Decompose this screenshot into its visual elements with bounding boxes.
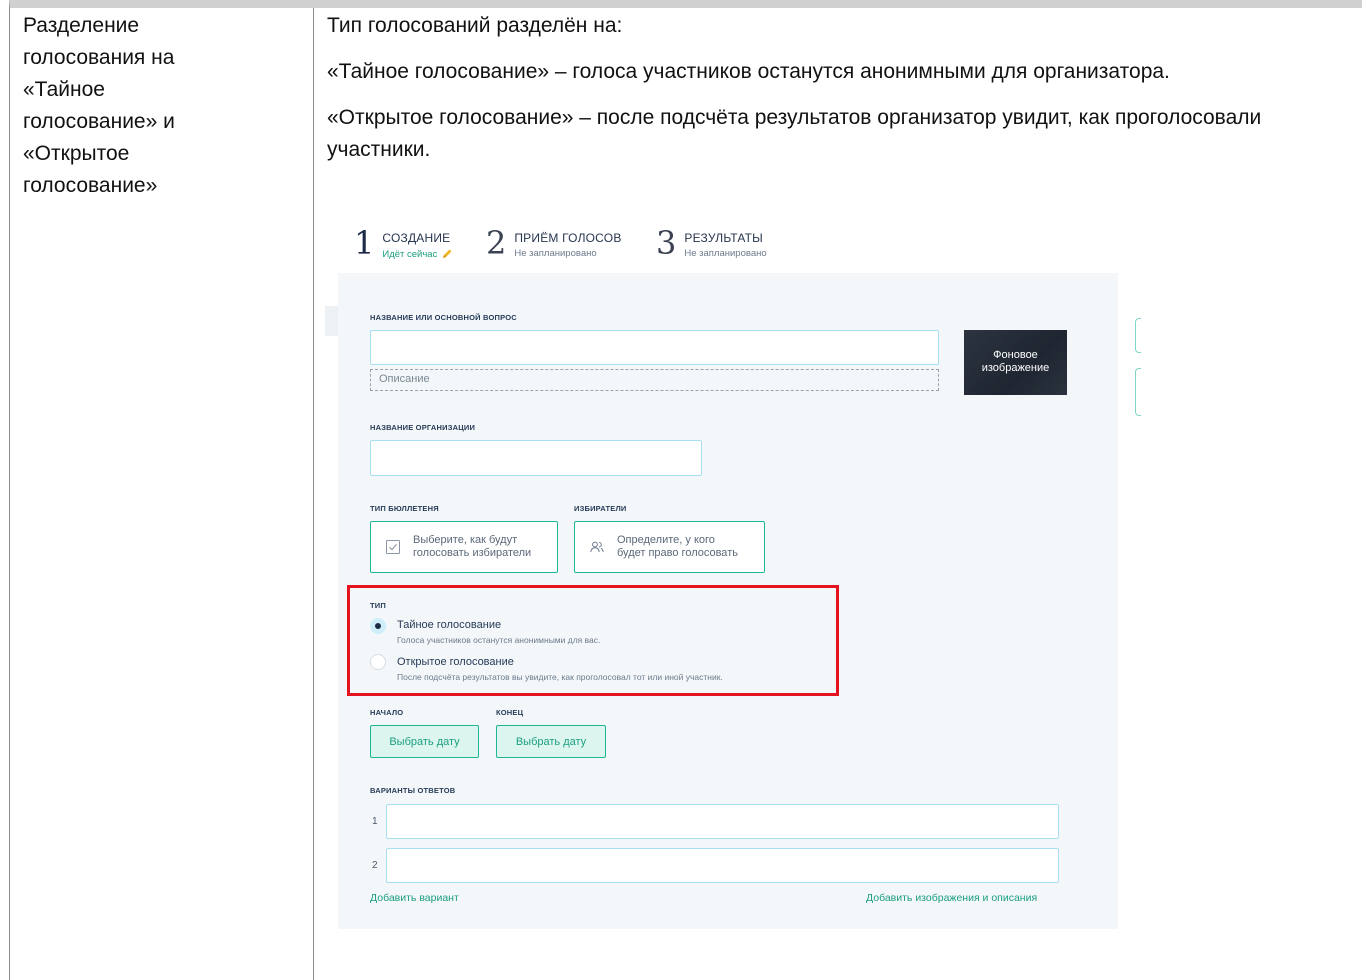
radio-secret-sub: Голоса участников останутся анонимными д… bbox=[397, 635, 601, 645]
type-label: ТИП bbox=[370, 601, 386, 610]
feature-name-line: голосования на bbox=[23, 46, 175, 69]
voters-line: Определите, у кого bbox=[617, 534, 715, 546]
secret-term: «Тайное голосование» bbox=[327, 60, 550, 83]
add-option-link[interactable]: Добавить вариант bbox=[370, 892, 459, 904]
description-intro: Тип голосований разделён на: bbox=[327, 14, 623, 37]
screenshot-edge-strip bbox=[325, 306, 339, 336]
end-label: КОНЕЦ bbox=[496, 708, 524, 717]
org-label: НАЗВАНИЕ ОРГАНИЗАЦИИ bbox=[370, 423, 476, 432]
secret-desc: – голоса участников останутся анонимными… bbox=[549, 60, 1170, 83]
feature-description-cell: Тип голосований разделён на: «Тайное гол… bbox=[327, 10, 1347, 180]
step-voting[interactable]: 2 ПРИЁМ ГОЛОСОВ Не запланировано bbox=[486, 227, 622, 259]
ballot-type-card[interactable]: Выберите, как будут голосовать избирател… bbox=[370, 521, 558, 573]
voters-card[interactable]: Определите, у кого будет право голосоват… bbox=[574, 521, 765, 573]
voters-line: будет право голосовать bbox=[617, 547, 738, 559]
ballot-type-line: голосовать избиратели bbox=[413, 547, 532, 559]
end-date-button[interactable]: Выбрать дату bbox=[496, 725, 606, 758]
feature-name-cell: Разделение голосования на «Тайное голосо… bbox=[23, 10, 303, 202]
column-divider bbox=[313, 8, 314, 980]
description-secret: «Тайное голосование» – голоса участников… bbox=[327, 56, 1347, 88]
step-title: ПРИЁМ ГОЛОСОВ bbox=[514, 231, 622, 245]
open-term: «Открытое голосование» bbox=[327, 106, 574, 129]
feature-name-line: «Тайное bbox=[23, 78, 105, 101]
step-status: Идёт сейчас bbox=[382, 248, 453, 260]
radio-open-title: Открытое голосование bbox=[397, 656, 514, 668]
radio-open[interactable] bbox=[370, 654, 386, 670]
start-label: НАЧАЛО bbox=[370, 708, 404, 717]
step-title: СОЗДАНИЕ bbox=[382, 231, 451, 245]
feature-name-line: голосование» и bbox=[23, 110, 175, 133]
step-title: РЕЗУЛЬТАТЫ bbox=[684, 231, 763, 245]
ballot-type-label: ТИП БЮЛЛЕТЕНЯ bbox=[370, 504, 439, 513]
step-creation[interactable]: 1 СОЗДАНИЕ Идёт сейчас bbox=[354, 227, 453, 260]
voters-label: ИЗБИРАТЕЛИ bbox=[574, 504, 627, 513]
answer-input[interactable] bbox=[386, 848, 1059, 883]
add-images-link[interactable]: Добавить изображения и описания bbox=[866, 892, 1037, 904]
ballot-type-line: Выберите, как будут bbox=[413, 534, 518, 546]
title-label: НАЗВАНИЕ ИЛИ ОСНОВНОЙ ВОПРОС bbox=[370, 313, 517, 322]
step-number: 1 bbox=[354, 224, 375, 262]
step-results[interactable]: 3 РЕЗУЛЬТАТЫ Не запланировано bbox=[656, 227, 767, 259]
feature-name-line: голосование» bbox=[23, 174, 158, 197]
pencil-icon bbox=[443, 249, 452, 258]
step-number: 2 bbox=[486, 224, 507, 262]
description-input[interactable]: Описание bbox=[370, 369, 939, 391]
radio-secret-title: Тайное голосование bbox=[397, 619, 502, 631]
step-number: 3 bbox=[656, 224, 677, 262]
stepper: 1 СОЗДАНИЕ Идёт сейчас 2 ПРИЁМ ГОЛОСОВ Н… bbox=[338, 213, 1118, 273]
description-open: «Открытое голосование» – после подсчёта … bbox=[327, 102, 1347, 166]
background-image-line: изображение bbox=[981, 362, 1050, 374]
users-icon bbox=[590, 541, 604, 553]
step-status: Не запланировано bbox=[514, 248, 597, 259]
title-input[interactable] bbox=[370, 330, 939, 365]
feature-name-line: Разделение bbox=[23, 14, 140, 37]
answers-label: ВАРИАНТЫ ОТВЕТОВ bbox=[370, 786, 456, 795]
background-image-line: Фоновое bbox=[993, 349, 1038, 361]
radio-open-sub: После подсчёта результатов вы увидите, к… bbox=[397, 672, 723, 682]
radio-secret[interactable] bbox=[370, 618, 386, 634]
answer-input[interactable] bbox=[386, 804, 1059, 839]
checkbox-icon bbox=[386, 540, 400, 554]
answer-number: 2 bbox=[372, 860, 378, 871]
step-status-text: Идёт сейчас bbox=[382, 248, 438, 260]
answer-number: 1 bbox=[372, 816, 378, 827]
org-input[interactable] bbox=[370, 440, 702, 476]
background-image-button[interactable]: Фоновое изображение bbox=[964, 330, 1067, 395]
start-date-button[interactable]: Выбрать дату bbox=[370, 725, 479, 758]
feature-name-line: «Открытое bbox=[23, 142, 130, 165]
side-panel-edge[interactable] bbox=[1135, 318, 1141, 353]
step-status: Не запланировано bbox=[684, 248, 767, 259]
side-panel-edge[interactable] bbox=[1135, 368, 1141, 416]
